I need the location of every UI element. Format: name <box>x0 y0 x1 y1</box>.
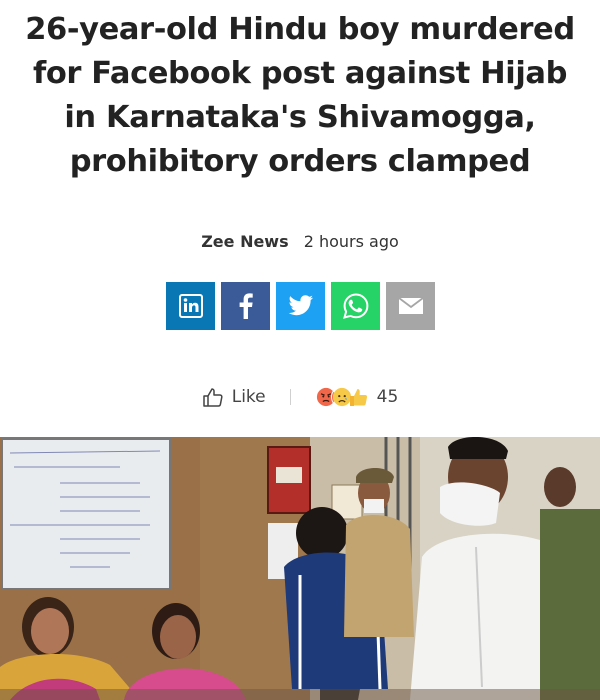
headline-line: for Facebook post against Hijab <box>32 56 568 91</box>
thumbs-up-outline-icon <box>202 388 223 407</box>
twitter-icon <box>288 295 313 316</box>
email-icon <box>397 297 424 314</box>
share-bar <box>166 282 435 330</box>
headline-line: prohibitory orders clamped <box>69 144 531 179</box>
like-button[interactable]: Like <box>202 386 266 408</box>
whatsapp-icon <box>342 293 368 319</box>
timestamp: 2 hours ago <box>303 232 399 251</box>
twitter-share-button[interactable] <box>276 282 325 330</box>
news-photo[interactable] <box>0 437 600 700</box>
news-photo-image <box>0 437 600 700</box>
facebook-share-button[interactable] <box>221 282 270 330</box>
headline-line: 26-year-old Hindu boy murdered <box>25 12 575 47</box>
like-label: Like <box>231 387 266 407</box>
reaction-emojis[interactable] <box>314 386 367 408</box>
linkedin-icon <box>178 294 203 318</box>
linkedin-share-button[interactable] <box>166 282 215 330</box>
reactions-bar: Like 45 <box>0 386 600 408</box>
article-headline: 26-year-old Hindu boy murdered for Faceb… <box>0 8 600 184</box>
facebook-icon <box>239 293 253 319</box>
thumbs-up-emoji-icon <box>349 389 367 406</box>
reaction-count: 45 <box>376 387 399 407</box>
byline: Zee News 2 hours ago <box>0 232 600 251</box>
source-name[interactable]: Zee News <box>201 232 288 251</box>
divider <box>289 389 291 405</box>
email-share-button[interactable] <box>386 282 435 330</box>
whatsapp-share-button[interactable] <box>331 282 380 330</box>
headline-line: in Karnataka's Shivamogga, <box>64 100 536 135</box>
